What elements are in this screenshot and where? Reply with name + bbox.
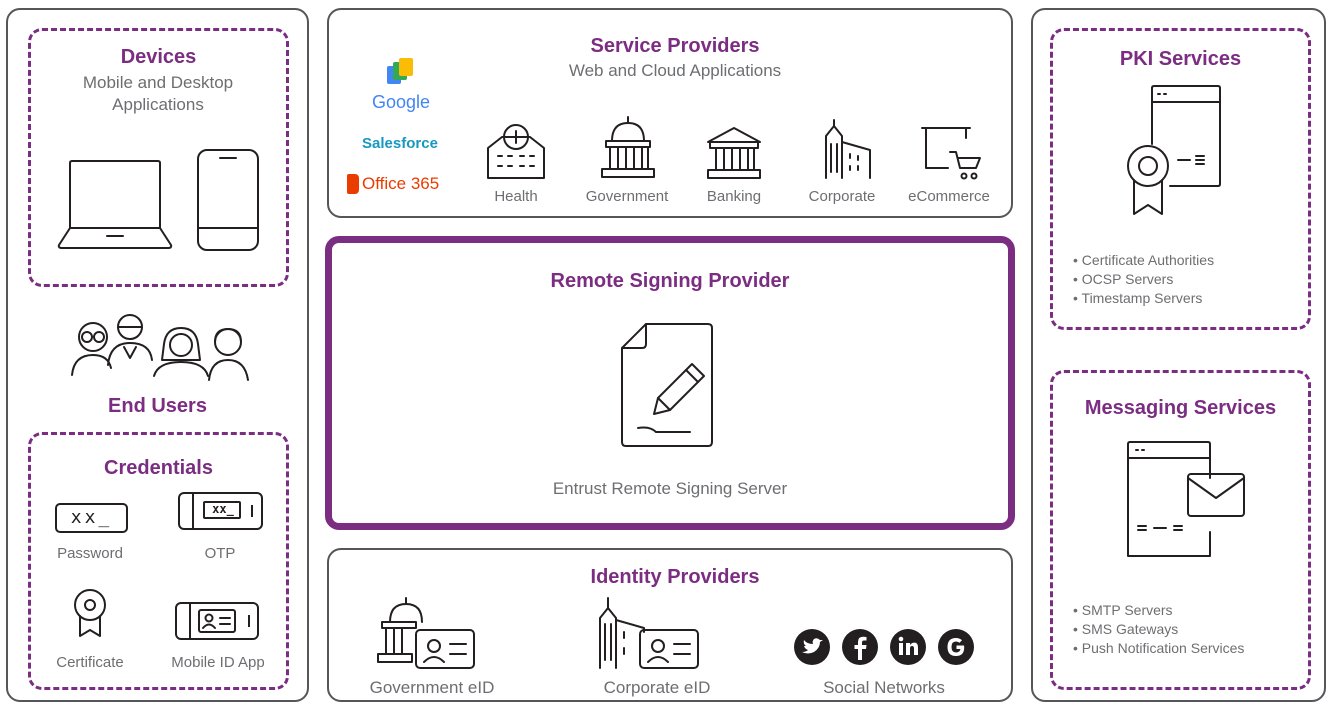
mobile-id-label: Mobile ID App bbox=[171, 654, 265, 671]
remote-signing-server-label: Entrust Remote Signing Server bbox=[552, 479, 788, 498]
mobile-id-divider bbox=[189, 602, 191, 640]
health-icon bbox=[487, 124, 545, 179]
messaging-bullets: • SMTP Servers • SMS Gateways • Push Not… bbox=[1073, 601, 1303, 658]
pki-bullet: • Certificate Authorities bbox=[1073, 252, 1215, 268]
health-label: Health bbox=[494, 188, 538, 205]
banking-icon bbox=[707, 127, 761, 179]
messaging-bullet: • Push Notification Services bbox=[1073, 640, 1245, 656]
corporate-eid-label: Corporate eID bbox=[603, 678, 711, 697]
corporate-eid-icon bbox=[599, 597, 699, 669]
mobile-phone-icon bbox=[197, 149, 259, 251]
devices-subtitle: Mobile and Desktop Applications bbox=[82, 73, 234, 114]
otp-label: OTP bbox=[204, 545, 236, 562]
mobile-id-notch bbox=[248, 615, 250, 627]
password-glyph: xx_ bbox=[70, 507, 113, 528]
government-icon bbox=[601, 116, 655, 178]
corporate-label: Corporate bbox=[808, 188, 876, 205]
ecommerce-icon bbox=[921, 127, 981, 180]
certificate-label: Certificate bbox=[56, 654, 124, 671]
office365-icon bbox=[347, 174, 359, 194]
messaging-services-title: Messaging Services bbox=[1084, 397, 1277, 419]
government-eid-icon bbox=[377, 597, 475, 669]
certificate-icon bbox=[74, 589, 106, 637]
google-logo: Google bbox=[371, 92, 431, 112]
otp-token-notch bbox=[251, 505, 253, 517]
remote-signing-title: Remote Signing Provider bbox=[550, 270, 790, 292]
corporate-icon bbox=[825, 119, 871, 179]
pki-services-title: PKI Services bbox=[1119, 48, 1242, 70]
government-label: Government bbox=[585, 188, 669, 205]
id-card-icon bbox=[198, 609, 236, 633]
end-users-icon bbox=[71, 314, 249, 381]
laptop-icon bbox=[57, 160, 173, 249]
service-providers-subtitle: Web and Cloud Applications bbox=[568, 61, 782, 80]
devices-title: Devices bbox=[120, 46, 197, 68]
pki-bullet: • Timestamp Servers bbox=[1073, 290, 1203, 306]
otp-token-divider bbox=[192, 492, 194, 530]
salesforce-logo: Salesforce bbox=[362, 135, 438, 152]
twitter-icon[interactable] bbox=[793, 628, 831, 666]
end-users-title: End Users bbox=[108, 395, 207, 417]
social-networks-label: Social Networks bbox=[823, 678, 945, 697]
messaging-bullet: • SMTP Servers bbox=[1073, 602, 1173, 618]
google-icon bbox=[387, 58, 413, 84]
office365-logo: Office 365 bbox=[362, 174, 440, 193]
pki-bullet: • OCSP Servers bbox=[1073, 271, 1174, 287]
credentials-title: Credentials bbox=[104, 457, 213, 479]
ecommerce-label: eCommerce bbox=[908, 188, 990, 205]
signing-document-icon bbox=[621, 323, 713, 447]
pki-server-certificate-icon bbox=[1127, 85, 1221, 215]
government-eid-label: Government eID bbox=[369, 678, 495, 697]
google-social-icon[interactable] bbox=[937, 628, 975, 666]
banking-label: Banking bbox=[706, 188, 762, 205]
facebook-icon[interactable] bbox=[841, 628, 879, 666]
messaging-server-icon bbox=[1127, 441, 1245, 557]
otp-glyph: xx_ bbox=[212, 502, 234, 516]
password-label: Password bbox=[57, 545, 123, 562]
pki-bullets: • Certificate Authorities • OCSP Servers… bbox=[1073, 251, 1303, 308]
linkedin-icon[interactable] bbox=[889, 628, 927, 666]
messaging-bullet: • SMS Gateways bbox=[1073, 621, 1179, 637]
identity-providers-title: Identity Providers bbox=[590, 566, 760, 588]
service-providers-title: Service Providers bbox=[590, 35, 760, 57]
